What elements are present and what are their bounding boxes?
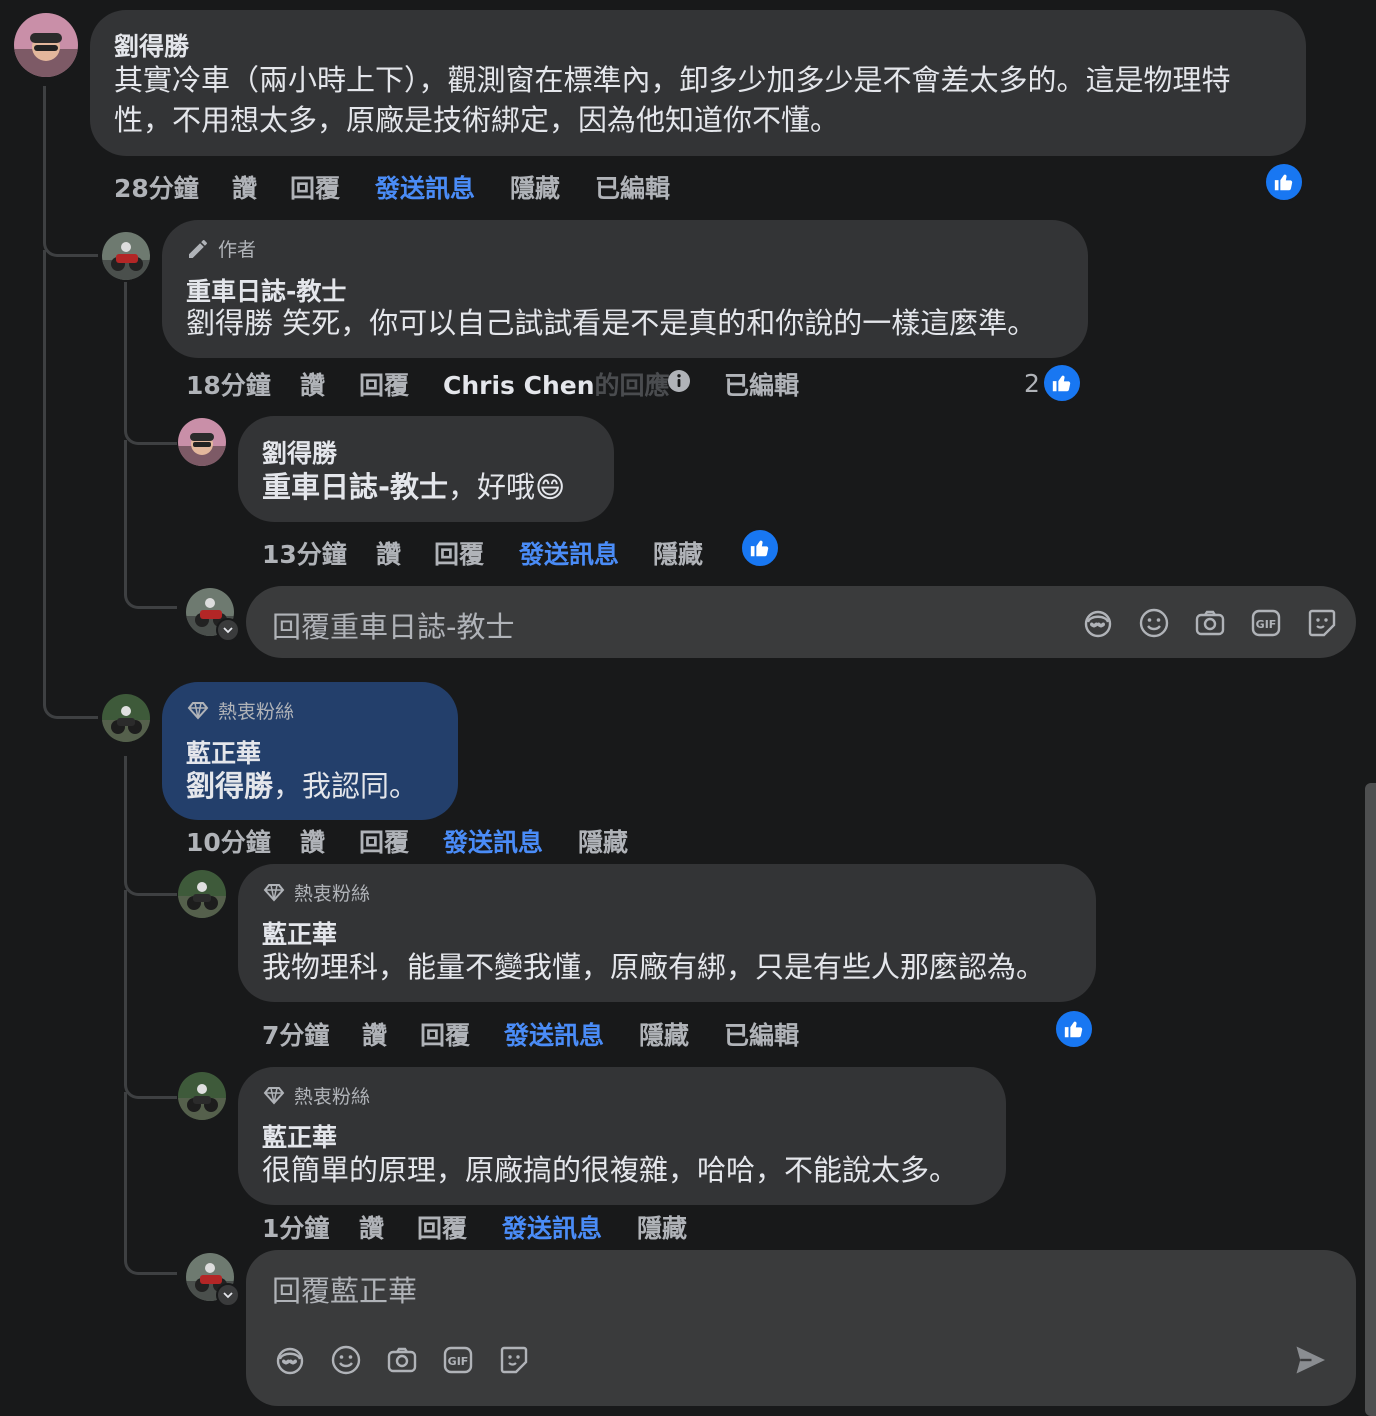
avatar[interactable] <box>178 418 226 466</box>
gif-icon[interactable]: GIF <box>1248 605 1284 641</box>
reply-input-placeholder[interactable]: 回覆重車日誌-教士 <box>272 604 514 646</box>
reply-button[interactable]: 回覆 <box>359 366 409 402</box>
hide-button[interactable]: 隱藏 <box>639 1016 689 1052</box>
avatar-sticker-icon[interactable] <box>272 1342 308 1378</box>
like-reaction-icon[interactable] <box>1264 162 1304 202</box>
emoji-icon[interactable] <box>328 1342 364 1378</box>
reply-button[interactable]: 回覆 <box>417 1209 467 1245</box>
svg-text:GIF: GIF <box>1256 618 1277 631</box>
avatar[interactable] <box>178 870 226 918</box>
comment-time[interactable]: 1分鐘 <box>262 1209 329 1245</box>
diamond-icon <box>263 1086 285 1104</box>
sticker-icon[interactable] <box>496 1342 532 1378</box>
fan-badge: 熱衷粉絲 <box>262 1082 370 1109</box>
reply-by-label[interactable]: Chris Chen的回應 <box>443 366 670 402</box>
reaction-count[interactable]: 2 <box>1024 369 1040 398</box>
svg-text:GIF: GIF <box>448 1355 469 1368</box>
hide-button[interactable]: 隱藏 <box>510 169 560 205</box>
thread-line-reply1-b <box>124 440 177 609</box>
avatar[interactable] <box>102 694 150 742</box>
edited-label[interactable]: 已編輯 <box>724 1016 799 1052</box>
comment-text: 劉得勝 笑死，你可以自己試試看是不是真的和你說的一樣這麼準。 <box>186 306 1037 340</box>
edited-label[interactable]: 已編輯 <box>595 169 670 205</box>
reply-input-placeholder[interactable]: 回覆藍正華 <box>272 1268 417 1310</box>
comment-time[interactable]: 10分鐘 <box>186 823 271 859</box>
like-button[interactable]: 讚 <box>300 823 325 859</box>
gif-icon[interactable]: GIF <box>440 1342 476 1378</box>
comment-author[interactable]: 藍正華 <box>262 915 337 951</box>
comment-text: 很簡單的原理，原廠搞的很複雜，哈哈，不能說太多。 <box>262 1153 959 1187</box>
comment-text: 我物理科，能量不變我懂，原廠有綁，只是有些人那麼認為。 <box>262 950 1046 984</box>
comment-author[interactable]: 劉得勝 <box>114 27 189 63</box>
like-reaction-icon[interactable] <box>1042 363 1082 403</box>
fan-badge-label: 熱衷粉絲 <box>294 883 371 905</box>
comment-text: 劉得勝，我認同。 <box>186 766 418 806</box>
send-icon[interactable] <box>1290 1340 1330 1380</box>
comment-author[interactable]: 劉得勝 <box>262 434 337 470</box>
comment-text-line2: 性，不用想太多，原廠是技術綁定，因為他知道你不懂。 <box>114 103 840 137</box>
comment-author[interactable]: 藍正華 <box>186 734 261 770</box>
fan-badge-label: 熱衷粉絲 <box>218 701 295 723</box>
fan-badge: 熱衷粉絲 <box>186 697 294 724</box>
fan-badge-label: 熱衷粉絲 <box>294 1086 371 1108</box>
reply-button[interactable]: 回覆 <box>420 1016 470 1052</box>
comment-time[interactable]: 28分鐘 <box>114 169 199 205</box>
like-reaction-icon[interactable] <box>1054 1009 1094 1049</box>
send-message-button[interactable]: 發送訊息 <box>519 535 619 571</box>
like-button[interactable]: 讚 <box>359 1209 384 1245</box>
diamond-icon <box>187 701 209 719</box>
comment-time[interactable]: 13分鐘 <box>262 535 347 571</box>
emoji-icon[interactable] <box>1136 605 1172 641</box>
chevron-down-icon[interactable] <box>216 1283 240 1307</box>
like-button[interactable]: 讚 <box>300 366 325 402</box>
send-message-button[interactable]: 發送訊息 <box>502 1209 602 1245</box>
like-button[interactable]: 讚 <box>232 169 257 205</box>
comment-time[interactable]: 7分鐘 <box>262 1016 329 1052</box>
reply-button[interactable]: 回覆 <box>290 169 340 205</box>
comment-text-body: ，我認同。 <box>273 769 419 803</box>
fan-badge: 熱衷粉絲 <box>262 879 370 906</box>
avatar[interactable] <box>102 232 150 280</box>
info-icon[interactable] <box>667 369 691 393</box>
reply-button[interactable]: 回覆 <box>434 535 484 571</box>
hide-button[interactable]: 隱藏 <box>653 535 703 571</box>
comment-text: 其實冷車（兩小時上下），觀測窗在標準內，卸多少加多少是不會差太多的。這是物理特 <box>114 63 1231 97</box>
mention-link[interactable]: 重車日誌-教士 <box>262 470 448 504</box>
thread-line-comment2-c <box>124 1092 177 1275</box>
hide-button[interactable]: 隱藏 <box>637 1209 687 1245</box>
camera-icon[interactable] <box>384 1342 420 1378</box>
thread-line-main-2 <box>43 250 98 719</box>
camera-icon[interactable] <box>1192 605 1228 641</box>
edited-label[interactable]: 已編輯 <box>724 366 799 402</box>
pencil-icon <box>189 239 207 258</box>
thread-line-comment2-b <box>124 890 177 1099</box>
avatar[interactable] <box>178 1072 226 1120</box>
author-badge-label: 作者 <box>218 239 257 261</box>
chevron-down-icon[interactable] <box>216 618 240 642</box>
hide-button[interactable]: 隱藏 <box>578 823 628 859</box>
like-reaction-icon[interactable] <box>740 528 780 568</box>
reply-button[interactable]: 回覆 <box>359 823 409 859</box>
send-message-button[interactable]: 發送訊息 <box>375 169 475 205</box>
sticker-icon[interactable] <box>1304 605 1340 641</box>
mention-link[interactable]: 劉得勝 <box>186 769 273 803</box>
like-button[interactable]: 讚 <box>376 535 401 571</box>
send-message-button[interactable]: 發送訊息 <box>443 823 543 859</box>
reply-by-suffix: 的回應 <box>594 371 670 400</box>
comment-time[interactable]: 18分鐘 <box>186 366 271 402</box>
avatar-sticker-icon[interactable] <box>1080 605 1116 641</box>
comment-text-body: ，好哦😄 <box>448 470 566 504</box>
like-button[interactable]: 讚 <box>362 1016 387 1052</box>
diamond-icon <box>263 883 285 901</box>
reply-by-name[interactable]: Chris Chen <box>443 371 595 400</box>
comment-author[interactable]: 藍正華 <box>262 1118 337 1154</box>
comment-text: 重車日誌-教士，好哦😄 <box>262 467 565 507</box>
scrollbar[interactable] <box>1365 783 1376 1416</box>
send-message-button[interactable]: 發送訊息 <box>504 1016 604 1052</box>
author-badge: 作者 <box>186 235 256 262</box>
avatar[interactable] <box>14 13 78 77</box>
